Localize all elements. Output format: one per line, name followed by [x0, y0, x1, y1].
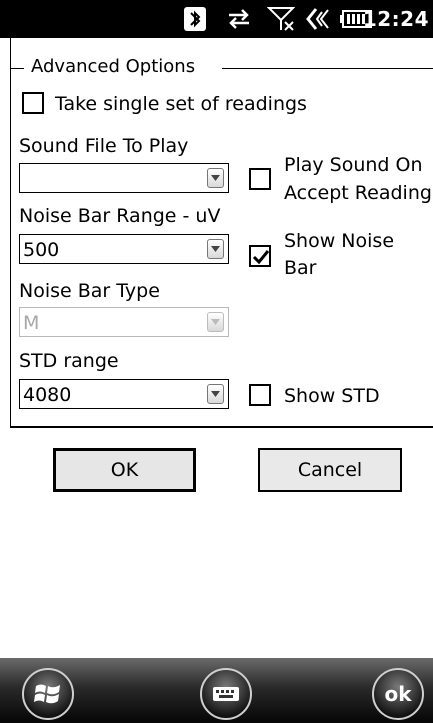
chevron-down-icon[interactable]: [207, 239, 224, 259]
divider: [10, 426, 433, 428]
play-sound-label-line1[interactable]: Play Sound On: [284, 153, 423, 177]
bluetooth-icon: [180, 0, 210, 38]
noise-type-value: M: [23, 312, 40, 334]
std-range-dropdown[interactable]: 4080: [19, 379, 229, 409]
keyboard-button[interactable]: [200, 668, 252, 720]
keyboard-icon: [213, 687, 239, 701]
noise-range-value: 500: [23, 239, 60, 261]
left-border: [10, 38, 11, 426]
taskbar: ok: [0, 658, 433, 723]
play-sound-label-line2[interactable]: Accept Reading: [284, 181, 432, 205]
group-title: Advanced Options: [31, 56, 196, 77]
single-readings-checkbox[interactable]: [22, 92, 44, 114]
show-noise-checkbox[interactable]: [249, 245, 271, 267]
start-button[interactable]: [22, 668, 74, 720]
clock[interactable]: 12:24: [363, 0, 429, 38]
sound-file-label: Sound File To Play: [19, 135, 189, 157]
show-std-checkbox[interactable]: [249, 384, 271, 406]
status-bar: 12:24: [0, 0, 433, 38]
std-range-value: 4080: [23, 384, 72, 406]
volume-icon: [303, 0, 335, 38]
noise-type-label: Noise Bar Type: [19, 280, 160, 302]
single-readings-label[interactable]: Take single set of readings: [55, 92, 307, 116]
play-sound-checkbox[interactable]: [249, 168, 271, 190]
cancel-button[interactable]: Cancel: [258, 448, 402, 492]
ok-button[interactable]: OK: [53, 448, 196, 492]
windows-flag-icon: [34, 684, 60, 704]
group-frame-line: [222, 68, 433, 69]
show-std-label[interactable]: Show STD: [284, 384, 380, 408]
sound-file-dropdown[interactable]: [19, 163, 229, 193]
data-sync-icon: [222, 0, 256, 38]
checkmark-icon: [252, 250, 270, 265]
chevron-down-icon: [207, 312, 224, 332]
std-range-label: STD range: [19, 350, 119, 372]
ok-softkey[interactable]: ok: [372, 668, 424, 720]
chevron-down-icon[interactable]: [207, 168, 224, 188]
show-noise-label-line2[interactable]: Bar: [284, 256, 317, 280]
noise-type-dropdown: M: [19, 307, 229, 337]
show-noise-label-line1[interactable]: Show Noise: [284, 229, 394, 253]
group-frame-line: [10, 68, 24, 69]
signal-off-icon: [264, 0, 298, 38]
noise-range-label: Noise Bar Range - uV: [19, 205, 221, 227]
chevron-down-icon[interactable]: [207, 384, 224, 404]
noise-range-dropdown[interactable]: 500: [19, 234, 229, 264]
